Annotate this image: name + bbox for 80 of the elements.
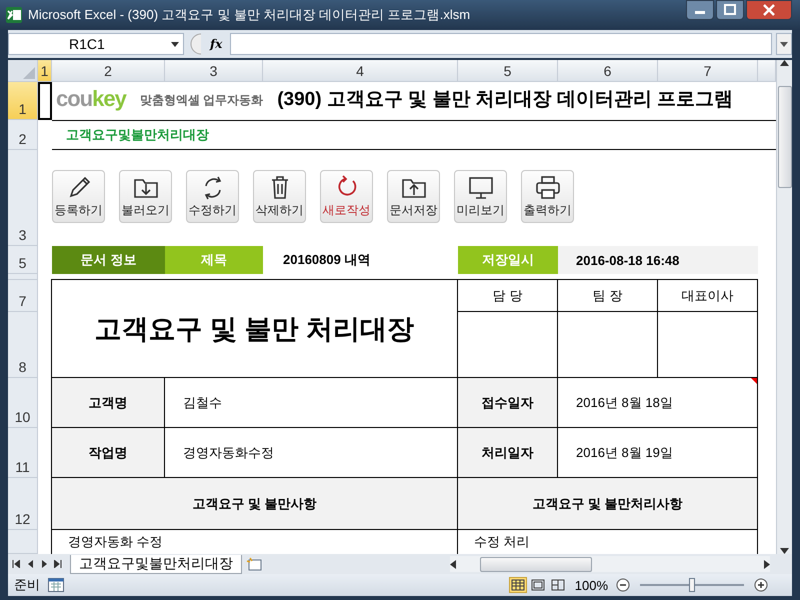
comment-marker-icon <box>751 378 757 384</box>
vertical-scrollbar[interactable] <box>776 60 792 554</box>
status-mode: 준비 <box>14 576 40 594</box>
row-header[interactable]: 1 <box>8 82 38 120</box>
expand-button[interactable] <box>776 33 792 55</box>
scroll-right-icon[interactable] <box>764 560 770 568</box>
maximize-icon[interactable] <box>716 0 744 20</box>
name-box-value: R1C1 <box>69 36 105 52</box>
row-header[interactable]: 8 <box>8 312 38 378</box>
formula-input[interactable] <box>230 33 772 55</box>
window-title: Microsoft Excel - (390) 고객요구 및 불만 처리대장 데이터관리 프로그램.xlsm <box>28 6 472 24</box>
column-header[interactable]: 2 <box>52 60 165 82</box>
field-label: 처리일자 <box>457 427 558 478</box>
last-sheet-icon[interactable] <box>54 560 62 568</box>
info-saved-label: 저장일시 <box>458 246 558 274</box>
toolbar-button[interactable]: 출력하기 <box>521 170 574 223</box>
column-header[interactable]: 3 <box>165 60 263 82</box>
column-header[interactable]: 6 <box>558 60 658 82</box>
close-icon[interactable] <box>746 0 792 20</box>
info-saved-value: 2016-08-18 16:48 <box>558 246 758 274</box>
scroll-up-icon[interactable] <box>780 60 789 66</box>
field-label: 작업명 <box>51 427 165 478</box>
info-title-label: 제목 <box>165 246 263 274</box>
normal-view-icon <box>510 579 525 591</box>
zoom-level: 100% <box>574 578 608 592</box>
info-section-label: 문서 정보 <box>52 246 165 274</box>
field-label: 고객명 <box>51 377 165 428</box>
field-label: 접수일자 <box>457 377 558 428</box>
zoom-slider-thumb[interactable] <box>689 578 695 592</box>
selected-cell[interactable] <box>38 82 52 120</box>
function-button[interactable]: fx <box>206 37 226 51</box>
sheet-tab[interactable]: 고객요구및불만처리대장 <box>70 554 242 574</box>
zoom-out-icon[interactable] <box>616 578 630 592</box>
zoom-in-icon[interactable] <box>754 578 768 592</box>
toolbar-button[interactable]: 미리보기 <box>454 170 507 223</box>
toolbar-button[interactable]: 수정하기 <box>186 170 239 223</box>
new-sheet-icon[interactable] <box>246 557 264 571</box>
caret-icon <box>780 42 788 46</box>
next-sheet-icon[interactable] <box>40 560 48 568</box>
scrollbar-thumb[interactable] <box>480 556 592 572</box>
logo-tagline: 맞춤형엑셀 업무자동화 <box>140 92 264 109</box>
column-header[interactable]: 4 <box>263 60 458 82</box>
splitter-handle-icon[interactable] <box>188 33 202 55</box>
previous-sheet-icon[interactable] <box>26 560 34 568</box>
row-header[interactable]: 12 <box>8 478 38 530</box>
horizontal-scrollbar[interactable] <box>450 556 770 572</box>
column-header[interactable]: 1 <box>38 60 52 82</box>
info-title-value: 20160809 내역 <box>282 251 372 269</box>
approval-header: 대표이사 <box>657 279 758 312</box>
row-header[interactable]: 5 <box>8 246 38 274</box>
section-heading: 고객요구 및 불만사항 <box>51 477 458 530</box>
toolbar-button[interactable]: 문서저장 <box>387 170 440 223</box>
scrollbar-thumb[interactable] <box>778 86 792 188</box>
view-button[interactable] <box>508 577 527 593</box>
page-layout-icon <box>530 579 545 591</box>
toolbar-button[interactable]: 등록하기 <box>52 170 105 223</box>
program-heading: (390) 고객요구 및 불만 처리대장 데이터관리 프로그램 <box>277 88 734 112</box>
row-header[interactable]: 3 <box>8 150 38 246</box>
logo-wordmark: coukey <box>56 86 126 112</box>
row-header[interactable]: 10 <box>8 378 38 428</box>
macro-record-icon[interactable] <box>48 578 64 592</box>
section-heading: 고객요구 및 불만처리사항 <box>457 477 758 530</box>
name-box[interactable]: R1C1 <box>8 33 184 55</box>
excel-logo-icon <box>6 7 22 23</box>
minimize-icon[interactable] <box>686 0 714 20</box>
scroll-left-icon[interactable] <box>450 560 456 568</box>
column-header[interactable]: 5 <box>458 60 558 82</box>
column-header[interactable]: 7 <box>658 60 758 82</box>
dropdown-caret-icon[interactable] <box>171 42 179 46</box>
sheet-subtitle: 고객요구및불만처리대장 <box>52 120 776 150</box>
row-header[interactable]: 2 <box>8 120 38 150</box>
view-button[interactable] <box>548 577 567 593</box>
toolbar-button[interactable]: 불러오기 <box>119 170 172 223</box>
first-sheet-icon[interactable] <box>12 560 20 568</box>
page-break-icon <box>550 579 565 591</box>
toolbar-button[interactable]: 삭제하기 <box>253 170 306 223</box>
row-header[interactable]: 7 <box>8 280 38 312</box>
row-header[interactable]: 11 <box>8 428 38 478</box>
view-button[interactable] <box>528 577 547 593</box>
toolbar-button[interactable]: 새로작성 <box>320 170 373 223</box>
